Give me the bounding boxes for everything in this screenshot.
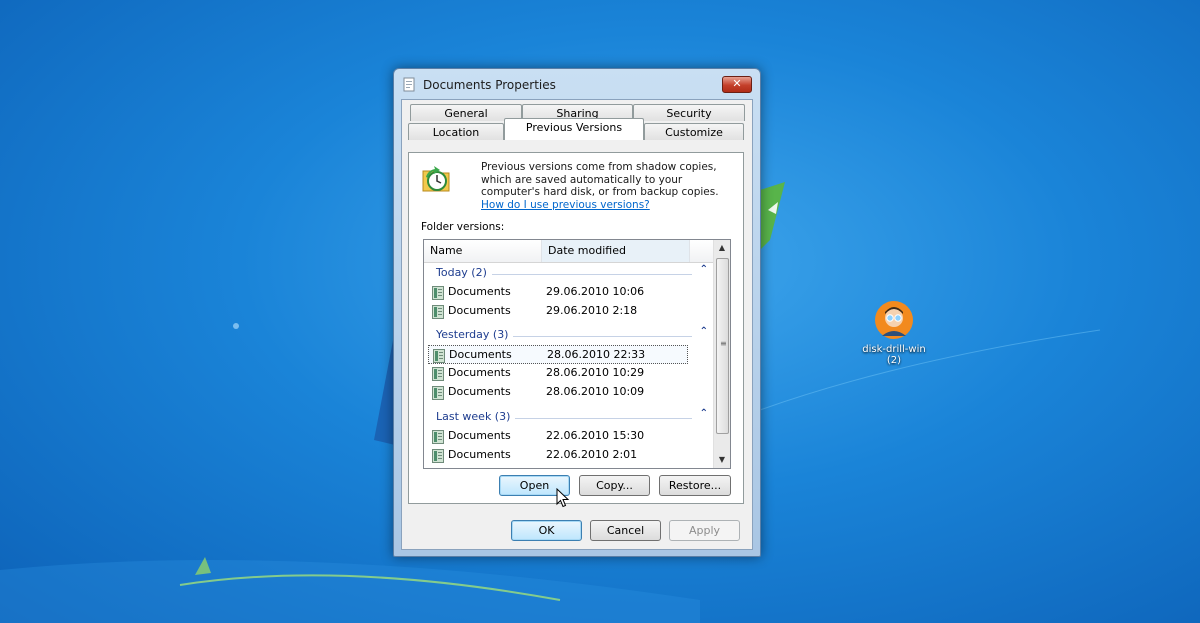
desktop-icon-label: disk-drill-win (2): [862, 344, 926, 366]
document-folder-icon: [432, 449, 444, 466]
chevron-up-icon[interactable]: ⌃: [700, 408, 708, 419]
disk-drill-avatar-icon: [874, 300, 914, 340]
list-item[interactable]: Documents 29.06.2010 10:06: [428, 283, 688, 302]
scrollbar-thumb[interactable]: ≡: [716, 258, 729, 434]
item-name: Documents: [448, 366, 511, 379]
document-folder-icon: [432, 430, 444, 447]
item-name: Documents: [448, 429, 511, 442]
tab-previous-versions[interactable]: Previous Versions: [504, 118, 644, 140]
previous-versions-clock-icon: [421, 163, 453, 198]
item-name: Documents: [448, 385, 511, 398]
list-item[interactable]: Documents 22.06.2010 15:30: [428, 427, 688, 446]
scroll-up-arrow-icon[interactable]: ▲: [714, 240, 730, 256]
desktop-icon-disk-drill[interactable]: disk-drill-win (2): [856, 300, 932, 366]
group-title: Yesterday (3): [436, 328, 514, 341]
list-item[interactable]: Documents 28.06.2010 10:09: [428, 383, 688, 402]
help-link[interactable]: How do I use previous versions?: [481, 199, 650, 211]
folder-versions-label: Folder versions:: [421, 221, 505, 233]
list-item[interactable]: Documents 22.06.2010 2:01: [428, 446, 688, 465]
folder-properties-icon: [402, 77, 417, 95]
vertical-scrollbar[interactable]: ▲ ≡ ▼: [713, 240, 730, 468]
chevron-up-icon[interactable]: ⌃: [700, 326, 708, 337]
item-name: Documents: [448, 304, 511, 317]
tab-customize[interactable]: Customize: [644, 123, 744, 140]
column-date-label: Date modified: [548, 244, 626, 257]
cancel-button[interactable]: Cancel: [590, 520, 661, 541]
close-button[interactable]: ✕: [722, 76, 752, 93]
document-folder-icon: [432, 386, 444, 403]
chevron-up-icon[interactable]: ⌃: [700, 264, 708, 275]
close-icon: ✕: [732, 77, 742, 90]
ok-button[interactable]: OK: [511, 520, 582, 541]
apply-button[interactable]: Apply: [669, 520, 740, 541]
list-header: Name ▲ Date modified: [424, 240, 730, 263]
group-header-today[interactable]: Today (2) ⌃: [424, 264, 714, 282]
tab-location[interactable]: Location: [408, 123, 504, 140]
mouse-cursor-icon: [556, 488, 570, 508]
column-header-date-modified[interactable]: ▲ Date modified: [542, 240, 730, 262]
group-title: Last week (3): [436, 410, 516, 423]
item-date: 28.06.2010 22:33: [547, 348, 646, 361]
copy-button[interactable]: Copy...: [579, 475, 650, 496]
document-folder-icon: [432, 367, 444, 384]
restore-button[interactable]: Restore...: [659, 475, 731, 496]
group-title: Today (2): [436, 266, 492, 279]
item-date: 28.06.2010 10:09: [546, 385, 645, 398]
item-date: 29.06.2010 10:06: [546, 285, 645, 298]
item-name: Documents: [449, 348, 512, 361]
item-date: 22.06.2010 2:01: [546, 448, 638, 461]
list-item[interactable]: Documents 29.06.2010 2:18: [428, 302, 688, 321]
title-bar[interactable]: Documents Properties ✕: [394, 69, 760, 99]
dialog-client-area: General Sharing Security Location Previo…: [401, 99, 753, 550]
tab-security[interactable]: Security: [633, 104, 745, 121]
item-date: 28.06.2010 10:29: [546, 366, 645, 379]
item-date: 22.06.2010 15:30: [546, 429, 645, 442]
document-folder-icon: [432, 305, 444, 322]
list-item[interactable]: Documents 28.06.2010 10:29: [428, 364, 688, 383]
document-folder-icon: [432, 286, 444, 303]
item-name: Documents: [448, 285, 511, 298]
info-text: Previous versions come from shadow copie…: [481, 161, 719, 198]
group-header-yesterday[interactable]: Yesterday (3) ⌃: [424, 326, 714, 344]
folder-versions-list[interactable]: Name ▲ Date modified Today (2) ⌃ Documen…: [423, 239, 731, 469]
documents-properties-window: Documents Properties ✕ General Sharing S…: [393, 68, 761, 557]
column-header-name[interactable]: Name: [424, 240, 542, 262]
previous-versions-description: Previous versions come from shadow copie…: [481, 161, 731, 211]
window-title: Documents Properties: [423, 78, 556, 92]
previous-versions-panel: Previous versions come from shadow copie…: [408, 152, 744, 504]
item-name: Documents: [448, 448, 511, 461]
scroll-grip-icon: ≡: [720, 339, 727, 348]
list-item-selected[interactable]: Documents 28.06.2010 22:33: [428, 345, 688, 364]
item-date: 29.06.2010 2:18: [546, 304, 638, 317]
scroll-down-arrow-icon[interactable]: ▼: [714, 452, 730, 468]
group-header-last-week[interactable]: Last week (3) ⌃: [424, 408, 714, 426]
